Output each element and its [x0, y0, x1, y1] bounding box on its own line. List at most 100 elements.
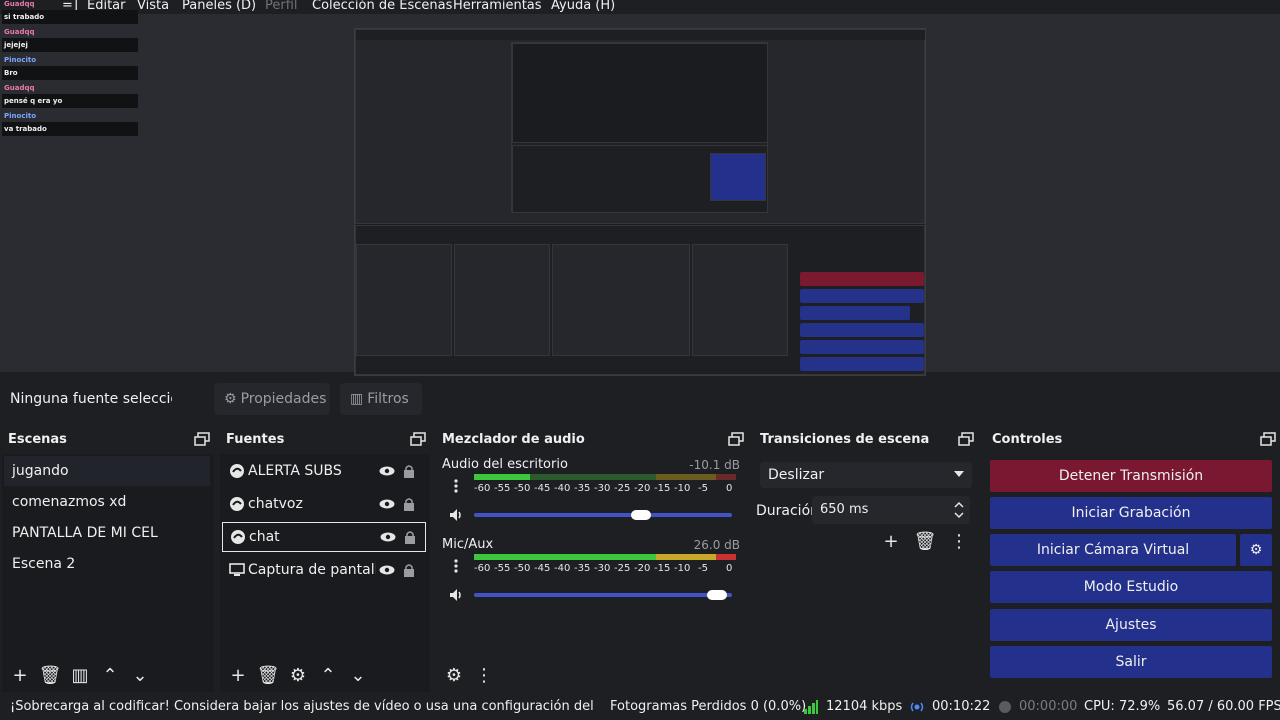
chevron-up-icon[interactable]: ⌃	[316, 663, 340, 687]
scene-item[interactable]: PANTALLA DE MI CEL	[4, 518, 210, 548]
volume-slider-handle[interactable]	[631, 510, 652, 520]
sources-title: Fuentes	[226, 432, 285, 447]
track-db: -10.1 dB	[689, 458, 740, 472]
tick-label: -35	[574, 483, 591, 494]
preview-canvas[interactable]	[354, 28, 926, 376]
kebab-menu-icon[interactable]	[448, 558, 464, 574]
duration-label: Duración	[756, 503, 820, 519]
browser-icon	[228, 495, 246, 513]
tick-label: -50	[514, 483, 531, 494]
controls-title: Controles	[992, 432, 1063, 447]
scenes-list[interactable]: jugando comenazmos xd PANTALLA DE MI CEL…	[2, 454, 214, 692]
tick-label: -10	[674, 563, 691, 574]
nested-mixer	[552, 244, 690, 356]
chevron-down-icon[interactable]: ⌄	[346, 663, 370, 687]
source-item[interactable]: chatvoz	[222, 489, 426, 519]
mixer-title: Mezclador de audio	[442, 432, 585, 447]
meter-red-zone	[716, 554, 736, 560]
sources-list[interactable]: ALERTA SUBS chatvoz chat Captura de pant…	[220, 454, 430, 692]
trash-icon[interactable]: 🗑	[256, 663, 280, 687]
eye-icon[interactable]	[376, 565, 398, 575]
volume-slider[interactable]	[474, 513, 732, 517]
mixer-body: Audio del escritorio -10.1 dB -60 -55 -5…	[436, 454, 748, 692]
chat-message: jejejej	[2, 38, 138, 52]
lock-icon[interactable]	[398, 497, 420, 511]
source-item[interactable]: chat	[222, 522, 426, 552]
eye-icon[interactable]	[376, 466, 398, 476]
eye-icon[interactable]	[377, 532, 399, 542]
source-item[interactable]: Captura de pantalla 2	[222, 555, 426, 585]
eye-icon[interactable]	[376, 499, 398, 509]
virtual-cam-button[interactable]: Iniciar Cámara Virtual	[990, 534, 1236, 566]
filter-icon[interactable]: ▥	[68, 663, 92, 687]
lock-icon[interactable]	[398, 464, 420, 478]
lock-icon[interactable]	[398, 563, 420, 577]
spin-arrows-icon[interactable]	[954, 500, 964, 520]
filter-icon: ▥	[350, 391, 364, 407]
undock-icon[interactable]	[1260, 432, 1276, 446]
advanced-audio-gear-icon[interactable]: ⚙	[442, 663, 466, 687]
filters-button[interactable]: ▥ Filtros	[340, 383, 422, 415]
kebab-menu-icon[interactable]	[448, 478, 464, 494]
nested-exit-button	[800, 357, 924, 371]
scene-item[interactable]: jugando	[4, 456, 210, 486]
tick-label: -5	[698, 563, 708, 574]
trash-icon[interactable]: 🗑	[38, 663, 62, 687]
menu-coleccion-escenas[interactable]: Colección de Escenas	[312, 0, 452, 13]
browser-icon	[229, 528, 247, 546]
virtual-cam-settings-button[interactable]: ⚙	[1240, 534, 1272, 566]
gear-icon[interactable]: ⚙	[286, 663, 310, 687]
transition-select[interactable]: Deslizar	[760, 462, 972, 488]
transition-selected: Deslizar	[768, 467, 825, 483]
undock-icon[interactable]	[410, 432, 426, 446]
tick-label: -30	[594, 483, 611, 494]
menu-vista[interactable]: Vista	[137, 0, 169, 13]
kebab-menu-icon[interactable]: ⋮	[472, 663, 496, 687]
transitions-dock: Transiciones de escena Deslizar Duración…	[752, 428, 982, 692]
gear-icon: ⚙	[1249, 542, 1263, 558]
source-label: chatvoz	[248, 496, 303, 512]
start-record-button[interactable]: Iniciar Grabación	[990, 497, 1272, 529]
menu-perfil[interactable]: Perfil	[265, 0, 298, 13]
chevron-up-icon[interactable]: ⌃	[98, 663, 122, 687]
add-icon[interactable]: +	[879, 529, 903, 553]
speaker-icon[interactable]	[448, 587, 464, 603]
undock-icon[interactable]	[194, 432, 210, 446]
preview-area[interactable]	[0, 14, 1280, 376]
speaker-icon[interactable]	[448, 507, 464, 523]
scene-item[interactable]: comenazmos xd	[4, 487, 210, 517]
tick-label: -35	[574, 563, 591, 574]
menu-ayuda[interactable]: Ayuda (H)	[551, 0, 615, 13]
settings-button[interactable]: Ajustes	[990, 609, 1272, 641]
undock-icon[interactable]	[958, 432, 974, 446]
menu-paneles[interactable]: Paneles (D)	[182, 0, 256, 13]
tick-label: 0	[726, 563, 733, 574]
studio-mode-button[interactable]: Modo Estudio	[990, 571, 1272, 603]
source-item[interactable]: ALERTA SUBS	[222, 456, 426, 486]
add-icon[interactable]: +	[226, 663, 250, 687]
tick-label: -55	[494, 563, 511, 574]
chat-message: va trabado	[2, 122, 138, 136]
scene-item[interactable]: Escena 2	[4, 549, 210, 579]
trash-icon[interactable]: 🗑	[913, 529, 937, 553]
menu-bar: =] Editar Vista Paneles (D) Perfil Colec…	[0, 0, 1280, 14]
lock-icon[interactable]	[399, 530, 421, 544]
kebab-menu-icon[interactable]: ⋮	[947, 529, 971, 553]
exit-button[interactable]: Salir	[990, 646, 1272, 678]
filters-label: Filtros	[367, 391, 409, 407]
add-icon[interactable]: +	[8, 663, 32, 687]
nested-inner-controls	[710, 153, 766, 201]
meter-ticks: -60 -55 -50 -45 -40 -35 -30 -25 -20 -15 …	[474, 483, 736, 495]
undock-icon[interactable]	[728, 432, 744, 446]
nested-vcam-button	[800, 306, 910, 320]
stop-stream-button[interactable]: Detener Transmisión	[990, 460, 1272, 492]
menu-herramientas[interactable]: Herramientas	[453, 0, 542, 13]
volume-slider[interactable]	[474, 593, 732, 597]
chevron-down-icon[interactable]: ⌄	[128, 663, 152, 687]
chat-overlay: Guadqq si trabado Guadqq jejejej Pinocit…	[0, 0, 140, 140]
volume-slider-handle[interactable]	[707, 590, 728, 600]
properties-button[interactable]: ⚙ Propiedades	[214, 383, 330, 415]
tick-label: -25	[614, 483, 631, 494]
duration-spinbox[interactable]: 650 ms	[812, 496, 970, 524]
fps: 56.07 / 60.00 FPS	[1167, 699, 1280, 714]
